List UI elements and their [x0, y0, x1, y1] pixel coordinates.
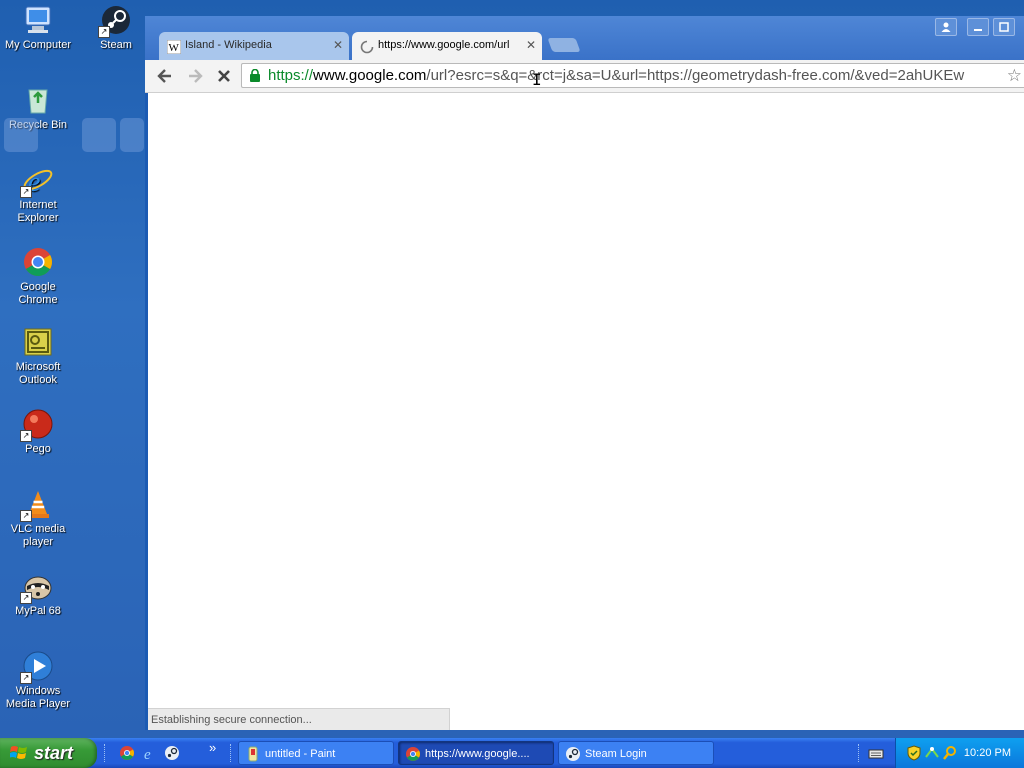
quicklaunch-more-button[interactable]: » — [209, 740, 225, 756]
shortcut-arrow-icon: ↗ — [98, 26, 110, 38]
desktop-icon-microsoft-outlook[interactable]: Microsoft Outlook — [0, 326, 76, 387]
status-bubble: Establishing secure connection... — [148, 708, 450, 730]
tab-title: https://www.google.com/url — [378, 39, 510, 51]
search-icon[interactable] — [942, 745, 958, 761]
desktop-icon-mypal[interactable]: ↗ MyPal 68 — [0, 570, 76, 618]
media-player-icon: ↗ — [20, 650, 54, 684]
desktop-icon-label: Windows Media Player — [5, 685, 71, 710]
desktop-icon-vlc[interactable]: ↗ VLC media player — [0, 488, 76, 549]
desktop-icon-label: My Computer — [4, 39, 72, 51]
forward-arrow-icon — [189, 69, 203, 83]
desktop-icon-label: VLC media player — [10, 523, 66, 548]
url-scheme: https:// — [268, 67, 314, 84]
steam-icon: ↗ — [98, 4, 132, 38]
loading-spinner-icon — [360, 38, 374, 54]
mypal-raccoon-icon: ↗ — [20, 570, 54, 604]
shortcut-arrow-icon: ↗ — [20, 430, 32, 442]
desktop-icon-pego[interactable]: ↗ Pego — [0, 408, 76, 456]
text-cursor-icon: I — [532, 70, 542, 89]
paint-icon — [245, 746, 261, 762]
profile-button[interactable] — [935, 18, 957, 36]
stop-x-icon — [218, 70, 230, 82]
url-path: /url?esrc=s&q=&rct=j&sa=U&url=https://ge… — [426, 67, 965, 84]
taskbar-button-paint[interactable]: untitled - Paint — [238, 741, 394, 765]
desktop-drag-ghost — [120, 118, 144, 152]
favicon-letter: W — [169, 42, 180, 54]
task-label: https://www.google.... — [425, 748, 530, 760]
chrome-icon — [22, 246, 54, 278]
system-tray: 10:20 PM — [895, 738, 1024, 768]
url-host: www.google.com — [313, 67, 427, 84]
desktop-drag-ghost — [82, 118, 116, 152]
quicklaunch-steam-icon[interactable] — [164, 745, 180, 761]
network-icon[interactable] — [924, 745, 940, 761]
page-content[interactable]: Establishing secure connection... — [148, 93, 1024, 730]
chrome-window: W Island - Wikipedia ✕ https://www.googl… — [145, 16, 1024, 730]
bookmark-star-icon[interactable]: ☆ — [1007, 66, 1022, 86]
forward-button[interactable] — [185, 66, 205, 86]
tab-close-icon[interactable]: ✕ — [333, 32, 343, 58]
taskbar-grip — [104, 744, 108, 762]
back-arrow-icon — [157, 69, 171, 83]
stop-loading-button[interactable] — [214, 66, 234, 86]
desktop-icon-my-computer[interactable]: My Computer — [0, 4, 76, 52]
shortcut-arrow-icon: ↗ — [20, 510, 32, 522]
desktop-icon-windows-media-player[interactable]: ↗ Windows Media Player — [0, 650, 76, 711]
taskbar-grip — [858, 744, 862, 762]
recycle-bin-icon — [22, 84, 54, 116]
desktop-icon-label: Steam — [100, 39, 132, 51]
internet-explorer-icon: e ↗ — [20, 164, 54, 198]
desktop-icon-label: Microsoft Outlook — [15, 361, 61, 386]
shortcut-arrow-icon: ↗ — [20, 592, 32, 604]
pego-icon: ↗ — [20, 408, 54, 442]
taskbar-button-chrome[interactable]: https://www.google.... — [398, 741, 554, 765]
minimize-button[interactable] — [967, 18, 989, 36]
shortcut-arrow-icon: ↗ — [20, 672, 32, 684]
quicklaunch-chrome-icon[interactable] — [119, 745, 135, 761]
desktop-icon-google-chrome[interactable]: Google Chrome — [0, 246, 76, 307]
lock-icon — [250, 69, 260, 82]
desktop-drag-ghost — [4, 118, 38, 152]
computer-icon — [22, 4, 54, 36]
new-tab-button[interactable] — [547, 38, 581, 52]
task-label: untitled - Paint — [265, 748, 336, 760]
back-button[interactable] — [155, 66, 175, 86]
svg-text:e: e — [144, 747, 151, 761]
start-label: start — [34, 743, 74, 763]
tab-island-wikipedia[interactable]: W Island - Wikipedia ✕ — [159, 32, 349, 60]
chrome-icon — [405, 746, 421, 762]
steam-icon — [565, 746, 581, 762]
browser-toolbar: https://www.google.com/url?esrc=s&q=&rct… — [145, 60, 1024, 93]
shortcut-arrow-icon: ↗ — [20, 186, 32, 198]
tab-strip: W Island - Wikipedia ✕ https://www.googl… — [145, 16, 1024, 60]
maximize-button[interactable] — [993, 18, 1015, 36]
desktop-icon-internet-explorer[interactable]: e ↗ Internet Explorer — [0, 164, 76, 225]
wikipedia-favicon-icon: W — [166, 38, 182, 55]
outlook-icon — [22, 326, 54, 358]
taskbar-grip — [230, 744, 234, 762]
desktop-icon-steam[interactable]: ↗ Steam — [78, 4, 154, 52]
taskbar-button-steam[interactable]: Steam Login — [558, 741, 714, 765]
tab-title: Island - Wikipedia — [185, 39, 272, 51]
task-label: Steam Login — [585, 748, 647, 760]
security-shield-icon[interactable] — [906, 745, 922, 761]
url-text: https://www.google.com/url?esrc=s&q=&rct… — [268, 64, 1002, 87]
tab-google-redirect[interactable]: https://www.google.com/url ✕ — [352, 32, 542, 60]
tab-close-icon[interactable]: ✕ — [526, 32, 536, 58]
start-button[interactable]: start — [0, 738, 97, 768]
address-bar[interactable]: https://www.google.com/url?esrc=s&q=&rct… — [241, 63, 1024, 88]
desktop-icon-label: Pego — [25, 443, 51, 455]
clock: 10:20 PM — [963, 747, 1011, 759]
desktop-icon-label: Google Chrome — [18, 281, 58, 306]
windows-flag-icon — [10, 746, 27, 759]
taskbar: start e » untitled - Paint https://www.g… — [0, 738, 1024, 768]
desktop-icon-label: MyPal 68 — [15, 605, 61, 617]
vlc-cone-icon: ↗ — [20, 488, 54, 522]
desktop-icon-label: Internet Explorer — [17, 199, 59, 224]
keyboard-icon[interactable] — [868, 745, 884, 761]
quicklaunch-ie-icon[interactable]: e — [142, 745, 158, 763]
